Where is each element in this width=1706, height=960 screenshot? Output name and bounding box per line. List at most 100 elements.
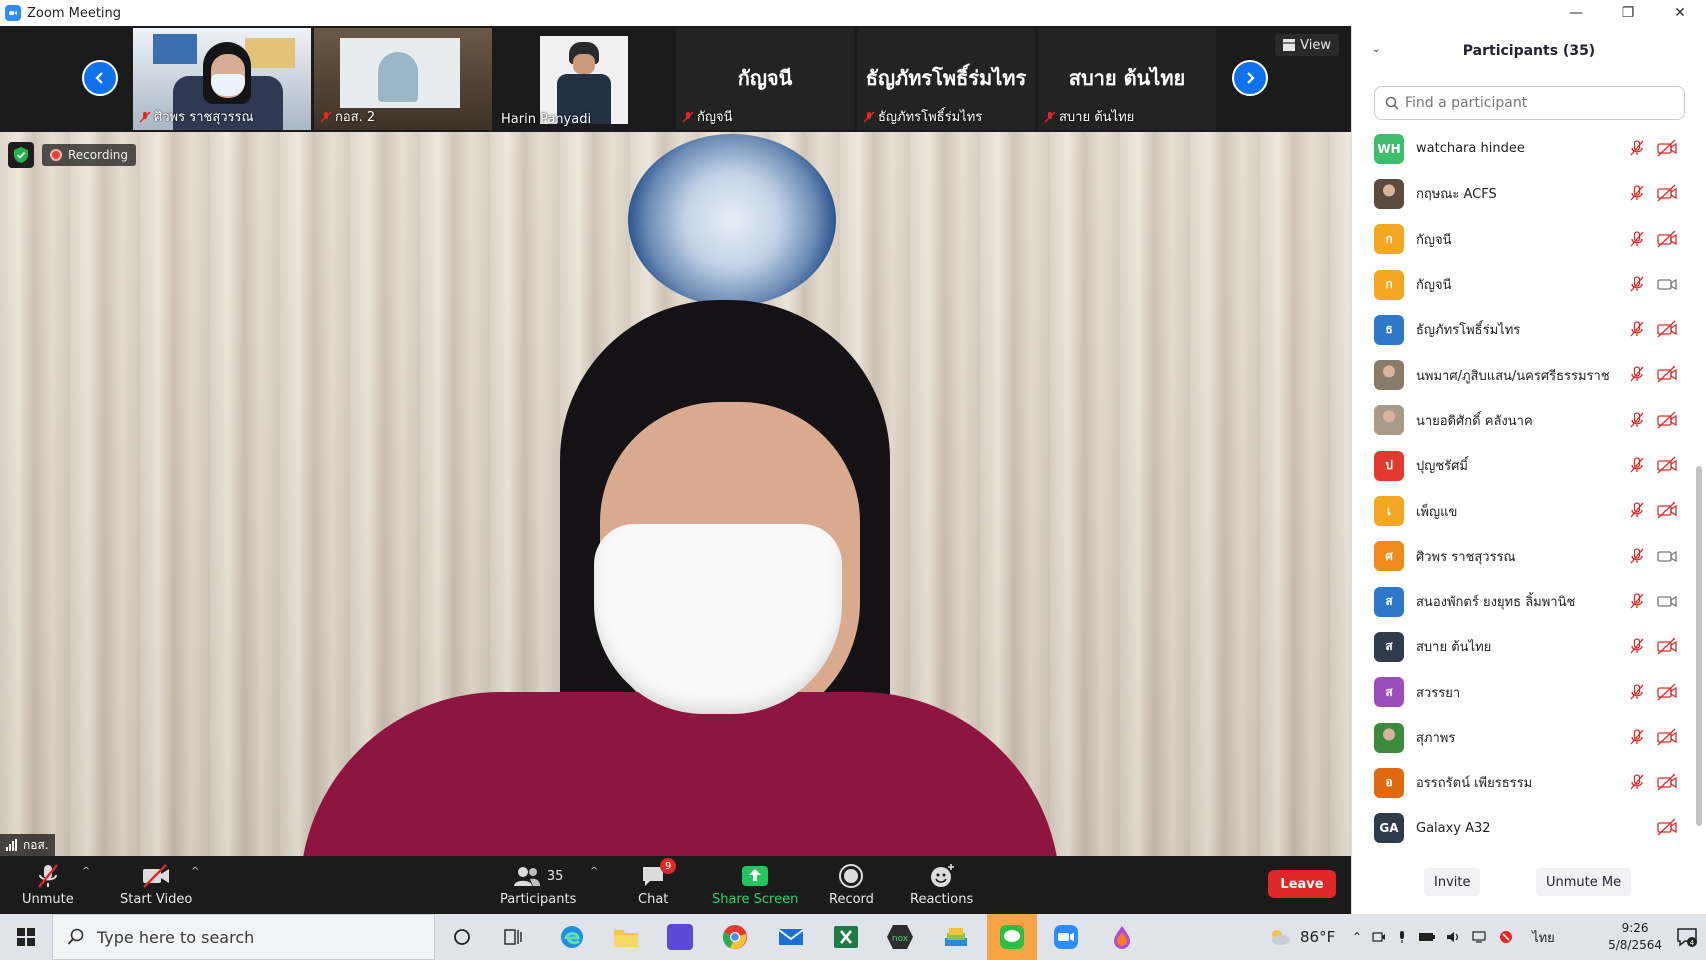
video-off-icon[interactable] [1656, 501, 1678, 519]
input-language[interactable]: ไทย [1532, 927, 1555, 948]
view-button[interactable]: View [1275, 34, 1339, 56]
collapse-panel-chevron-icon[interactable]: ⌄ [1372, 44, 1380, 55]
zoom-taskbar-icon[interactable] [1041, 914, 1091, 960]
battery-icon[interactable] [1418, 931, 1436, 943]
participant-row[interactable]: นพมาศ/ภูสิบแสน/นครศรีธรรมราช [1352, 352, 1692, 397]
record-button[interactable]: Record [829, 862, 874, 907]
close-button[interactable]: ✕ [1654, 0, 1706, 26]
next-page-button[interactable] [1232, 60, 1268, 96]
video-off-icon[interactable] [1656, 773, 1678, 791]
audio-options-caret-icon[interactable]: ^ [82, 866, 90, 877]
network-icon[interactable] [1472, 930, 1488, 944]
cortana-icon[interactable] [437, 914, 487, 960]
participant-row[interactable]: ป ปุญชรัศมิ์ [1352, 443, 1692, 488]
participants-options-caret-icon[interactable]: ^ [590, 866, 598, 877]
video-off-icon[interactable] [1656, 365, 1678, 383]
participant-row[interactable]: ศ ศิวพร ราชสุวรรณ [1352, 534, 1692, 579]
video-off-icon[interactable] [1656, 139, 1678, 157]
unmute-button[interactable]: Unmute [22, 862, 74, 907]
participant-row[interactable]: ก กัญจนี [1352, 262, 1692, 307]
muted-mic-icon[interactable] [1628, 728, 1646, 746]
muted-mic-icon[interactable] [1628, 411, 1646, 429]
previous-page-button[interactable] [82, 60, 118, 96]
muted-mic-icon[interactable] [1628, 773, 1646, 791]
thumbnail-video[interactable]: สบาย ต้นไทย สบาย ต้นไทย [1038, 28, 1216, 130]
excel-icon[interactable] [821, 914, 871, 960]
participant-row[interactable]: ธ ธัญภัทรโพธิ์ร่มไทร [1352, 307, 1692, 352]
muted-mic-icon[interactable] [1628, 139, 1646, 157]
weather-widget[interactable]: 86°F [1268, 914, 1335, 960]
muted-mic-icon[interactable] [1628, 230, 1646, 248]
share-screen-button[interactable]: Share Screen [712, 862, 798, 907]
muted-mic-icon[interactable] [1628, 365, 1646, 383]
muted-mic-icon[interactable] [1628, 320, 1646, 338]
participant-row[interactable]: สุภาพร [1352, 715, 1692, 760]
edge-browser-icon[interactable] [547, 914, 597, 960]
paint-app-icon[interactable] [1097, 914, 1147, 960]
taskbar-search-box[interactable]: Type here to search [52, 914, 435, 960]
meet-now-icon[interactable] [1372, 930, 1386, 944]
bluestacks-icon[interactable] [931, 914, 981, 960]
muted-mic-icon[interactable] [1628, 592, 1646, 610]
participant-row[interactable]: ส สนองพักตร์ ยงยุทธ ลิ้มพานิช [1352, 579, 1692, 624]
muted-mic-icon[interactable] [1628, 637, 1646, 655]
muted-mic-icon[interactable] [1628, 456, 1646, 474]
invite-button[interactable]: Invite [1424, 868, 1481, 896]
muted-mic-icon[interactable] [1628, 184, 1646, 202]
active-speaker-video[interactable]: Recording กอส. [0, 132, 1351, 856]
participant-row[interactable]: เ เพ็ญแข [1352, 488, 1692, 533]
maths-app-icon[interactable] [655, 914, 705, 960]
unmute-me-button[interactable]: Unmute Me [1536, 868, 1632, 896]
video-on-icon[interactable] [1656, 547, 1678, 565]
video-options-caret-icon[interactable]: ^ [191, 866, 199, 877]
thumbnail-video[interactable]: ธัญภัทรโพธิ์ร่มไทร ธัญภัทรโพธิ์ร่มไทร [857, 28, 1035, 130]
thumbnail-video[interactable]: Harin Panyadi [495, 28, 673, 130]
participant-row[interactable]: GA Galaxy A32 [1352, 805, 1692, 850]
video-off-icon[interactable] [1656, 320, 1678, 338]
clock[interactable]: 9:26 5/8/2564 [1608, 920, 1662, 954]
sync-status-icon[interactable] [1498, 929, 1514, 945]
participant-search-box[interactable] [1374, 86, 1685, 120]
notification-center-icon[interactable]: 4 [1676, 926, 1698, 948]
video-off-icon[interactable] [1656, 184, 1678, 202]
participant-row[interactable]: WH watchara hindee [1352, 126, 1692, 171]
chrome-icon[interactable] [710, 914, 760, 960]
volume-icon[interactable] [1446, 930, 1462, 944]
video-off-icon[interactable] [1656, 637, 1678, 655]
start-video-button[interactable]: Start Video [120, 862, 192, 907]
participant-list-scrollbar[interactable] [1696, 466, 1702, 826]
recording-indicator[interactable]: Recording [42, 144, 137, 166]
chat-button[interactable]: 9 Chat [638, 858, 677, 907]
muted-mic-icon[interactable] [1628, 501, 1646, 519]
video-off-icon[interactable] [1656, 411, 1678, 429]
shield-icon[interactable] [8, 142, 34, 168]
mail-icon[interactable] [766, 914, 816, 960]
video-off-icon[interactable] [1656, 728, 1678, 746]
participant-search-input[interactable] [1405, 95, 1665, 111]
muted-mic-icon[interactable] [1628, 275, 1646, 293]
participant-row[interactable]: ส สวรรยา [1352, 670, 1692, 715]
reactions-button[interactable]: Reactions [910, 862, 973, 907]
start-button[interactable] [0, 914, 52, 960]
microphone-icon[interactable] [1396, 930, 1408, 944]
line-app-icon[interactable] [987, 914, 1037, 960]
participant-row[interactable]: นายอดิศักดิ์ คลังนาค [1352, 398, 1692, 443]
thumbnail-video[interactable]: กอส. 2 [314, 28, 492, 130]
participant-row[interactable]: ส สบาย ต้นไทย [1352, 624, 1692, 669]
video-on-icon[interactable] [1656, 275, 1678, 293]
video-off-icon[interactable] [1656, 683, 1678, 701]
video-off-icon[interactable] [1656, 456, 1678, 474]
nox-player-icon[interactable]: nox [875, 914, 925, 960]
restore-button[interactable]: ❐ [1602, 0, 1654, 26]
show-hidden-icons-chevron-icon[interactable]: ⌃ [1352, 930, 1362, 944]
minimize-button[interactable]: — [1550, 0, 1602, 26]
participant-row[interactable]: อ อรรถรัตน์ เพียรธรรม [1352, 760, 1692, 805]
thumbnail-video[interactable]: กัญจนี กัญจนี [676, 28, 854, 130]
muted-mic-icon[interactable] [1628, 547, 1646, 565]
video-off-icon[interactable] [1656, 818, 1678, 836]
video-on-icon[interactable] [1656, 592, 1678, 610]
participants-button[interactable]: 35 Participants [500, 862, 576, 907]
file-explorer-icon[interactable] [601, 914, 651, 960]
task-view-icon[interactable] [489, 914, 539, 960]
participant-row[interactable]: กฤษณะ ACFS [1352, 171, 1692, 216]
